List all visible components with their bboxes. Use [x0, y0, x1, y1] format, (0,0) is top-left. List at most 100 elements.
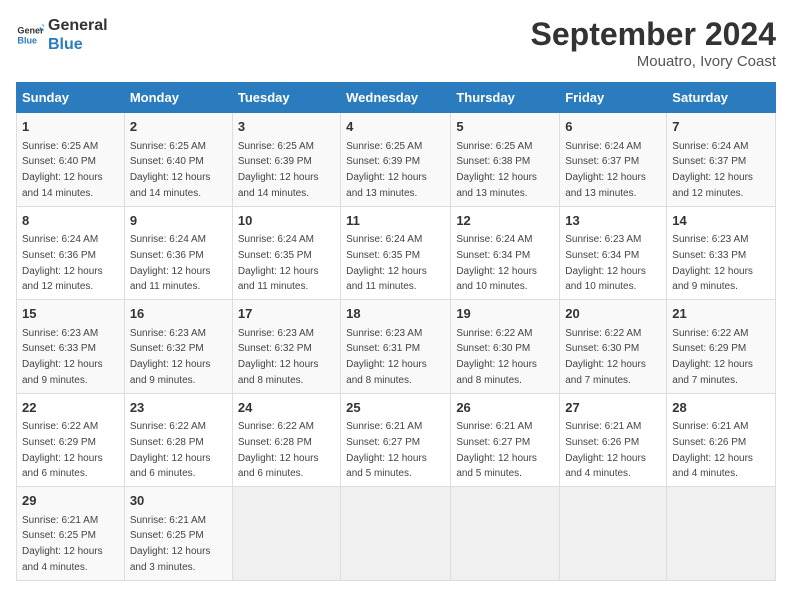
calendar-header-row: Sunday Monday Tuesday Wednesday Thursday…: [17, 83, 776, 113]
day-number: 30: [130, 491, 227, 511]
calendar-cell: 9Sunrise: 6:24 AMSunset: 6:36 PMDaylight…: [124, 206, 232, 300]
cell-info: Sunrise: 6:22 AMSunset: 6:30 PMDaylight:…: [456, 328, 537, 386]
day-number: 10: [238, 211, 335, 231]
header-wednesday: Wednesday: [341, 83, 451, 113]
day-number: 5: [456, 117, 554, 137]
calendar-cell: 18 Sunrise: 6:23 AMSunset: 6:31 PMDayligh…: [341, 300, 451, 394]
day-number: 3: [238, 117, 335, 137]
day-number: 14: [672, 211, 770, 231]
day-number: 8: [22, 211, 119, 231]
cell-info: Sunrise: 6:21 AMSunset: 6:26 PMDaylight:…: [672, 421, 753, 479]
cell-info: Sunrise: 6:25 AMSunset: 6:40 PMDaylight:…: [22, 141, 103, 199]
calendar-cell: [232, 487, 340, 581]
page-header: General Blue General Blue September 2024…: [16, 16, 776, 70]
calendar-cell: [667, 487, 776, 581]
cell-info: Sunrise: 6:24 AMSunset: 6:36 PMDaylight:…: [22, 234, 103, 292]
calendar-cell: [451, 487, 560, 581]
calendar-cell: 12Sunrise: 6:24 AMSunset: 6:34 PMDayligh…: [451, 206, 560, 300]
calendar-table: Sunday Monday Tuesday Wednesday Thursday…: [16, 82, 776, 581]
day-number: 11: [346, 211, 445, 231]
calendar-cell: 27 Sunrise: 6:21 AMSunset: 6:26 PMDayligh…: [560, 393, 667, 487]
cell-info: Sunrise: 6:23 AMSunset: 6:33 PMDaylight:…: [22, 328, 103, 386]
calendar-cell: 19 Sunrise: 6:22 AMSunset: 6:30 PMDayligh…: [451, 300, 560, 394]
cell-info: Sunrise: 6:21 AMSunset: 6:25 PMDaylight:…: [22, 515, 103, 573]
cell-info: Sunrise: 6:22 AMSunset: 6:29 PMDaylight:…: [22, 421, 103, 479]
calendar-cell: 4 Sunrise: 6:25 AMSunset: 6:39 PMDaylight…: [341, 113, 451, 207]
day-number: 26: [456, 398, 554, 418]
day-number: 19: [456, 304, 554, 324]
cell-info: Sunrise: 6:25 AMSunset: 6:39 PMDaylight:…: [238, 141, 319, 199]
cell-info: Sunrise: 6:21 AMSunset: 6:25 PMDaylight:…: [130, 515, 211, 573]
day-number: 7: [672, 117, 770, 137]
day-number: 22: [22, 398, 119, 418]
day-number: 24: [238, 398, 335, 418]
cell-info: Sunrise: 6:24 AMSunset: 6:37 PMDaylight:…: [565, 141, 646, 199]
calendar-cell: [560, 487, 667, 581]
cell-info: Sunrise: 6:22 AMSunset: 6:28 PMDaylight:…: [130, 421, 211, 479]
day-number: 29: [22, 491, 119, 511]
cell-info: Sunrise: 6:25 AMSunset: 6:39 PMDaylight:…: [346, 141, 427, 199]
day-number: 25: [346, 398, 445, 418]
cell-info: Sunrise: 6:25 AMSunset: 6:40 PMDaylight:…: [130, 141, 211, 199]
cell-info: Sunrise: 6:24 AMSunset: 6:34 PMDaylight:…: [456, 234, 537, 292]
day-number: 20: [565, 304, 661, 324]
cell-info: Sunrise: 6:24 AMSunset: 6:37 PMDaylight:…: [672, 141, 753, 199]
cell-info: Sunrise: 6:21 AMSunset: 6:26 PMDaylight:…: [565, 421, 646, 479]
calendar-cell: 20Sunrise: 6:22 AMSunset: 6:30 PMDayligh…: [560, 300, 667, 394]
day-number: 23: [130, 398, 227, 418]
cell-info: Sunrise: 6:22 AMSunset: 6:28 PMDaylight:…: [238, 421, 319, 479]
day-number: 9: [130, 211, 227, 231]
header-thursday: Thursday: [451, 83, 560, 113]
calendar-cell: 17 Sunrise: 6:23 AMSunset: 6:32 PMDayligh…: [232, 300, 340, 394]
day-number: 21: [672, 304, 770, 324]
calendar-week-row: 1Sunrise: 6:25 AMSunset: 6:40 PMDaylight…: [17, 113, 776, 207]
calendar-cell: 29 Sunrise: 6:21 AMSunset: 6:25 PMDayligh…: [17, 487, 125, 581]
calendar-cell: 13Sunrise: 6:23 AMSunset: 6:34 PMDayligh…: [560, 206, 667, 300]
calendar-cell: 25Sunrise: 6:21 AMSunset: 6:27 PMDayligh…: [341, 393, 451, 487]
day-number: 6: [565, 117, 661, 137]
logo-blue-text: Blue: [48, 35, 108, 54]
calendar-cell: 26Sunrise: 6:21 AMSunset: 6:27 PMDayligh…: [451, 393, 560, 487]
calendar-week-row: 8 Sunrise: 6:24 AMSunset: 6:36 PMDaylight…: [17, 206, 776, 300]
calendar-cell: 16Sunrise: 6:23 AMSunset: 6:32 PMDayligh…: [124, 300, 232, 394]
month-year-title: September 2024: [531, 16, 776, 53]
day-number: 17: [238, 304, 335, 324]
calendar-cell: 5 Sunrise: 6:25 AMSunset: 6:38 PMDaylight…: [451, 113, 560, 207]
title-block: September 2024 Mouatro, Ivory Coast: [531, 16, 776, 70]
calendar-cell: 1Sunrise: 6:25 AMSunset: 6:40 PMDaylight…: [17, 113, 125, 207]
cell-info: Sunrise: 6:25 AMSunset: 6:38 PMDaylight:…: [456, 141, 537, 199]
calendar-cell: 11Sunrise: 6:24 AMSunset: 6:35 PMDayligh…: [341, 206, 451, 300]
cell-info: Sunrise: 6:24 AMSunset: 6:35 PMDaylight:…: [238, 234, 319, 292]
svg-text:Blue: Blue: [17, 36, 37, 46]
calendar-cell: 22 Sunrise: 6:22 AMSunset: 6:29 PMDayligh…: [17, 393, 125, 487]
day-number: 18: [346, 304, 445, 324]
calendar-cell: 6 Sunrise: 6:24 AMSunset: 6:37 PMDaylight…: [560, 113, 667, 207]
calendar-cell: 3 Sunrise: 6:25 AMSunset: 6:39 PMDaylight…: [232, 113, 340, 207]
calendar-cell: 7 Sunrise: 6:24 AMSunset: 6:37 PMDaylight…: [667, 113, 776, 207]
calendar-cell: 15 Sunrise: 6:23 AMSunset: 6:33 PMDayligh…: [17, 300, 125, 394]
calendar-cell: [341, 487, 451, 581]
logo-icon: General Blue: [16, 21, 44, 49]
day-number: 28: [672, 398, 770, 418]
header-tuesday: Tuesday: [232, 83, 340, 113]
cell-info: Sunrise: 6:23 AMSunset: 6:31 PMDaylight:…: [346, 328, 427, 386]
calendar-cell: 14 Sunrise: 6:23 AMSunset: 6:33 PMDayligh…: [667, 206, 776, 300]
calendar-cell: 2 Sunrise: 6:25 AMSunset: 6:40 PMDaylight…: [124, 113, 232, 207]
header-friday: Friday: [560, 83, 667, 113]
calendar-cell: 21 Sunrise: 6:22 AMSunset: 6:29 PMDayligh…: [667, 300, 776, 394]
header-sunday: Sunday: [17, 83, 125, 113]
cell-info: Sunrise: 6:23 AMSunset: 6:33 PMDaylight:…: [672, 234, 753, 292]
cell-info: Sunrise: 6:22 AMSunset: 6:29 PMDaylight:…: [672, 328, 753, 386]
calendar-cell: 30 Sunrise: 6:21 AMSunset: 6:25 PMDayligh…: [124, 487, 232, 581]
day-number: 4: [346, 117, 445, 137]
calendar-cell: 23 Sunrise: 6:22 AMSunset: 6:28 PMDayligh…: [124, 393, 232, 487]
logo: General Blue General Blue: [16, 16, 108, 54]
calendar-cell: 28 Sunrise: 6:21 AMSunset: 6:26 PMDayligh…: [667, 393, 776, 487]
cell-info: Sunrise: 6:23 AMSunset: 6:32 PMDaylight:…: [238, 328, 319, 386]
day-number: 27: [565, 398, 661, 418]
header-monday: Monday: [124, 83, 232, 113]
day-number: 15: [22, 304, 119, 324]
day-number: 16: [130, 304, 227, 324]
cell-info: Sunrise: 6:23 AMSunset: 6:34 PMDaylight:…: [565, 234, 646, 292]
day-number: 2: [130, 117, 227, 137]
